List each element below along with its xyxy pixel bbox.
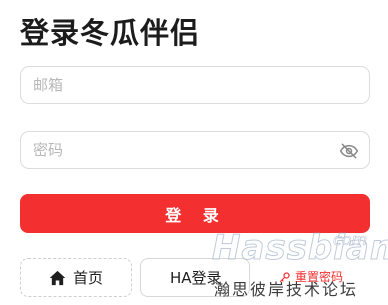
eye-off-icon[interactable] [339,141,359,161]
ha-login-label: HA登录 [170,269,222,287]
home-icon [49,270,66,285]
reset-password-link[interactable]: 重置密码 [279,268,343,285]
login-button[interactable]: 登 录 [20,194,370,233]
email-field[interactable] [20,66,370,104]
ha-login-button[interactable]: HA登录 [140,258,250,297]
reset-password-label: 重置密码 [295,270,344,284]
home-button-label: 首页 [72,269,103,287]
password-input[interactable] [21,132,369,168]
email-input[interactable] [21,67,369,103]
key-icon [279,271,290,282]
home-button[interactable]: 首页 [20,258,132,297]
password-field[interactable] [20,131,370,169]
page-title: 登录冬瓜伴侣 [20,16,201,50]
